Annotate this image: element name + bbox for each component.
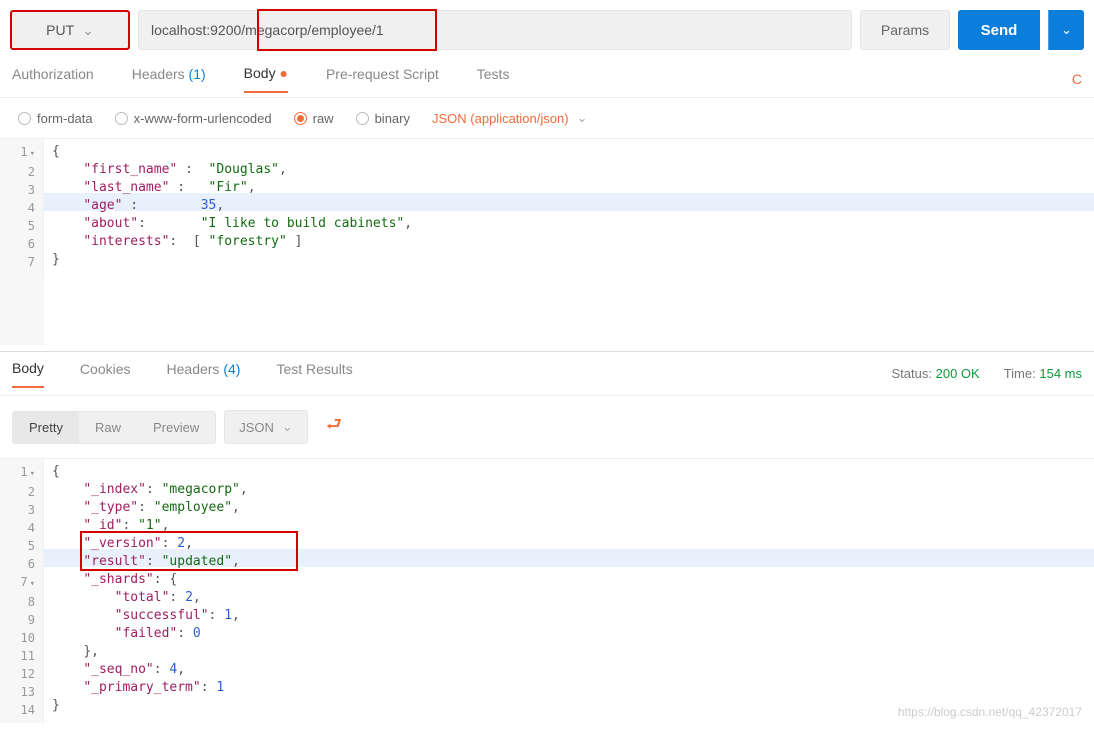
body-format-select[interactable]: JSON (application/json)⌄	[432, 110, 587, 126]
send-dropdown-button[interactable]: ⌄	[1048, 10, 1084, 50]
response-body-editor[interactable]: 1234567891011121314 { "_index": "megacor…	[0, 458, 1094, 723]
view-raw-button[interactable]: Raw	[79, 412, 137, 443]
tab-authorization[interactable]: Authorization	[12, 66, 94, 92]
resp-tab-body[interactable]: Body	[12, 360, 44, 388]
http-method-select[interactable]: PUT ⌄	[10, 10, 130, 50]
request-body-editor[interactable]: 1234567 { "first_name" : "Douglas", "las…	[0, 138, 1094, 275]
line-gutter: 1234567891011121314	[0, 459, 44, 723]
watermark-text: https://blog.csdn.net/qq_42372017	[898, 705, 1082, 719]
params-button[interactable]: Params	[860, 10, 950, 50]
radio-icon	[18, 112, 31, 125]
url-text: localhost:9200/megacorp/employee/1	[151, 22, 384, 38]
radio-icon	[356, 112, 369, 125]
view-pretty-button[interactable]: Pretty	[13, 412, 79, 443]
response-format-select[interactable]: JSON ⌄	[224, 410, 308, 444]
radio-icon	[294, 112, 307, 125]
line-gutter: 1234567	[0, 139, 44, 275]
response-status: Status: 200 OK Time: 154 ms	[892, 366, 1082, 381]
resp-tab-cookies[interactable]: Cookies	[80, 361, 131, 387]
url-input[interactable]: localhost:9200/megacorp/employee/1	[138, 10, 852, 50]
http-method-value: PUT	[46, 22, 74, 38]
radio-form-data[interactable]: form-data	[18, 111, 93, 126]
code-link[interactable]: C	[1072, 71, 1082, 87]
tab-pre-request[interactable]: Pre-request Script	[326, 66, 439, 92]
chevron-down-icon: ⌄	[577, 110, 588, 126]
wrap-lines-button[interactable]: ⮐	[316, 406, 352, 448]
resp-tab-test-results[interactable]: Test Results	[276, 361, 352, 387]
radio-raw[interactable]: raw	[294, 111, 334, 126]
radio-urlencoded[interactable]: x-www-form-urlencoded	[115, 111, 272, 126]
code-area[interactable]: { "first_name" : "Douglas", "last_name" …	[44, 139, 1094, 275]
chevron-down-icon: ⌄	[82, 22, 94, 39]
chevron-down-icon: ⌄	[282, 419, 293, 435]
tab-headers[interactable]: Headers (1)	[132, 66, 206, 92]
send-button[interactable]: Send	[958, 10, 1040, 50]
chevron-down-icon: ⌄	[1061, 22, 1072, 38]
modified-dot-icon: ●	[279, 65, 287, 81]
view-preview-button[interactable]: Preview	[137, 412, 215, 443]
wrap-icon: ⮐	[326, 414, 342, 434]
resp-tab-headers[interactable]: Headers (4)	[167, 361, 241, 387]
tab-body[interactable]: Body ●	[244, 65, 288, 93]
radio-binary[interactable]: binary	[356, 111, 410, 126]
tab-tests[interactable]: Tests	[477, 66, 510, 92]
radio-icon	[115, 112, 128, 125]
code-area[interactable]: { "_index": "megacorp", "_type": "employ…	[44, 459, 1094, 723]
view-mode-group: Pretty Raw Preview	[12, 411, 216, 444]
